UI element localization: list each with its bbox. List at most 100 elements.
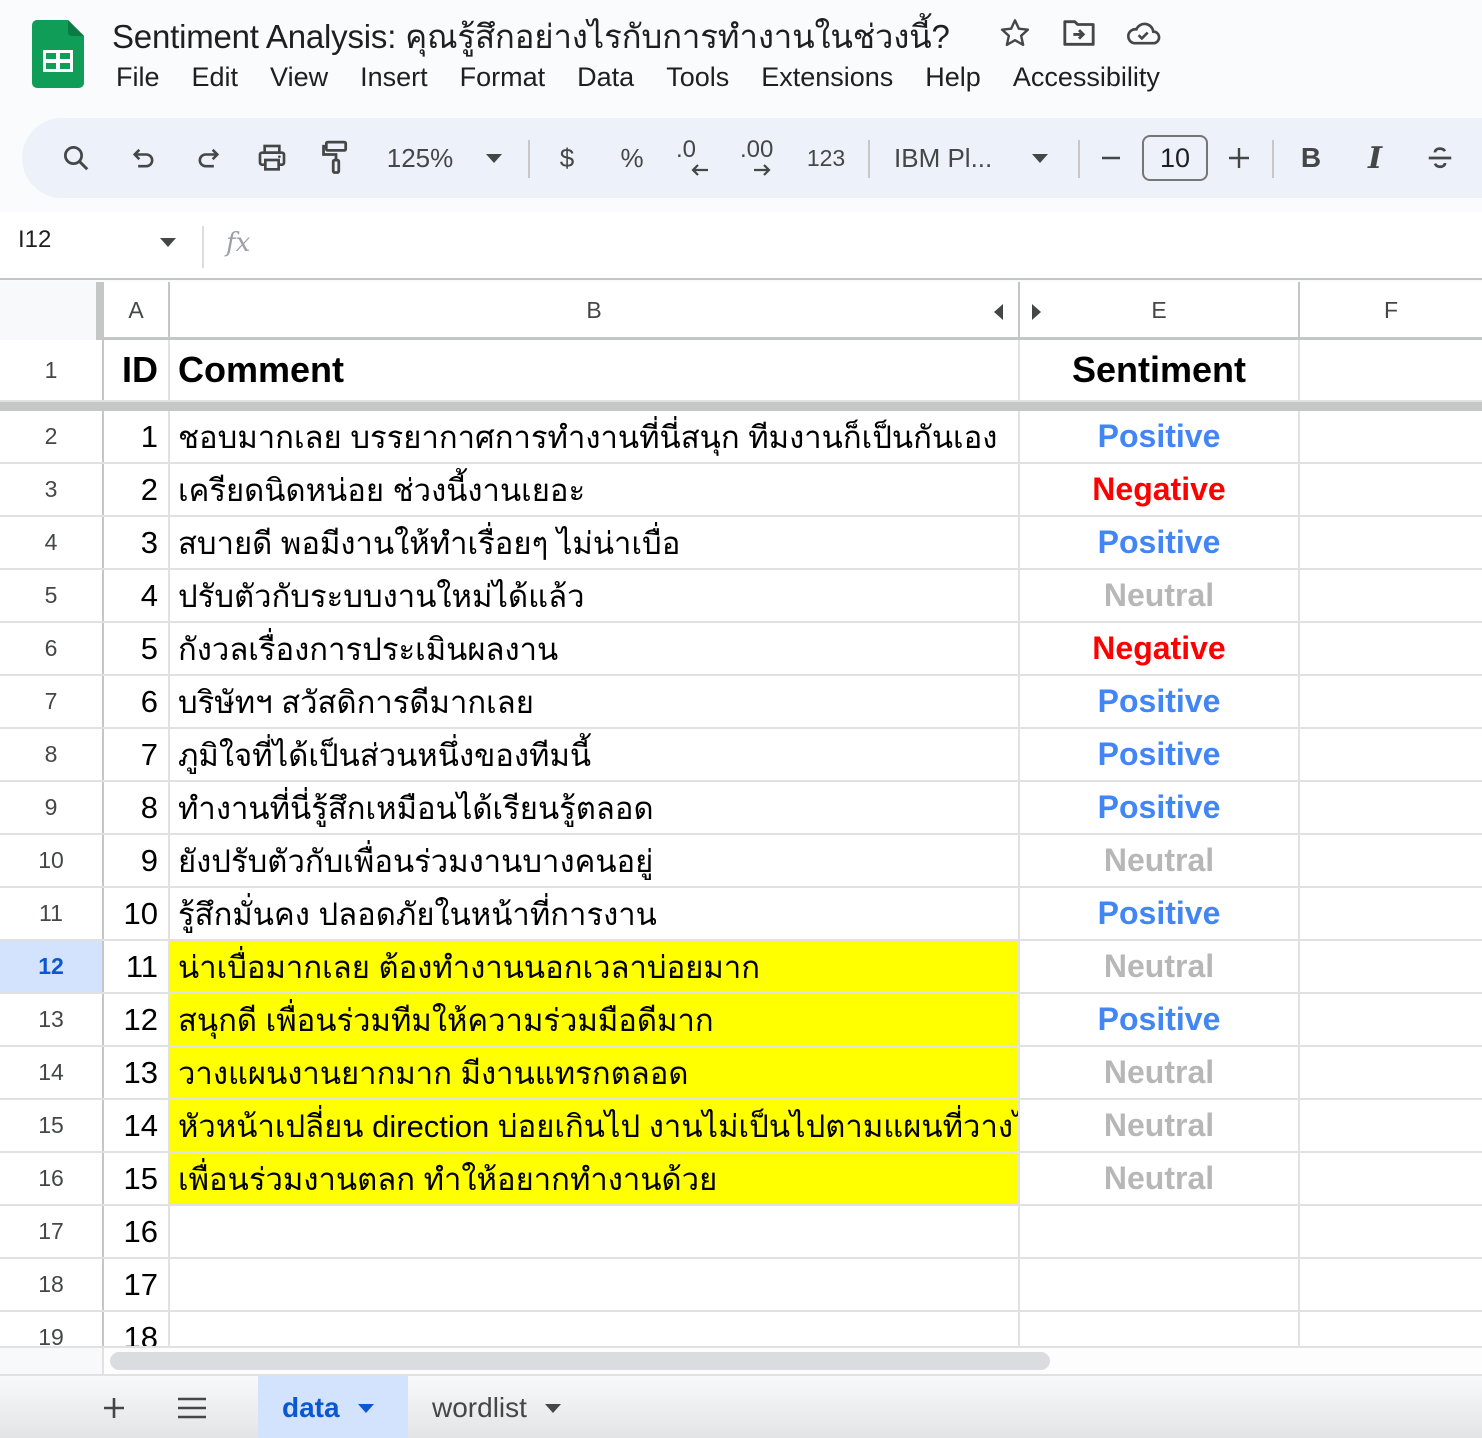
cell-comment[interactable]: สบายดี พอมีงานให้ทำเรื่อยๆ ไม่น่าเบื่อ: [170, 517, 1020, 568]
cell-id[interactable]: 4: [104, 570, 170, 621]
cell-id[interactable]: 17: [104, 1259, 170, 1310]
cell-sentiment[interactable]: Negative: [1020, 623, 1300, 674]
menu-data[interactable]: Data: [561, 58, 650, 97]
cell-comment[interactable]: กังวลเรื่องการประเมินผลงาน: [170, 623, 1020, 674]
header-cell-comment[interactable]: Comment: [170, 340, 1020, 400]
cell-f[interactable]: [1300, 1206, 1482, 1257]
cell-comment[interactable]: น่าเบื่อมากเลย ต้องทำงานนอกเวลาบ่อยมาก: [170, 941, 1020, 992]
row-header[interactable]: 18: [0, 1259, 104, 1310]
cell-comment[interactable]: เครียดนิดหน่อย ช่วงนี้งานเยอะ: [170, 464, 1020, 515]
cell-id[interactable]: 18: [104, 1312, 170, 1346]
header-cell-sentiment[interactable]: Sentiment: [1020, 340, 1300, 400]
menu-edit[interactable]: Edit: [176, 58, 255, 97]
document-title[interactable]: Sentiment Analysis: คุณรู้สึกอย่างไรกับก…: [112, 10, 950, 63]
cell-f[interactable]: [1300, 835, 1482, 886]
cell-f[interactable]: [1300, 782, 1482, 833]
cell-f[interactable]: [1300, 1259, 1482, 1310]
add-sheet-button[interactable]: [92, 1386, 136, 1430]
italic-button[interactable]: I: [1360, 118, 1390, 198]
menu-view[interactable]: View: [254, 58, 344, 97]
cell-sentiment[interactable]: Positive: [1020, 411, 1300, 462]
cell-sentiment[interactable]: [1020, 1206, 1300, 1257]
cell-sentiment[interactable]: [1020, 1259, 1300, 1310]
all-sheets-button[interactable]: [170, 1386, 214, 1430]
cell-comment[interactable]: ปรับตัวกับระบบงานใหม่ได้แล้ว: [170, 570, 1020, 621]
sheet-tab-data[interactable]: data: [258, 1376, 408, 1438]
row-header[interactable]: 8: [0, 729, 104, 780]
cell-id[interactable]: 3: [104, 517, 170, 568]
cell-id[interactable]: 1: [104, 411, 170, 462]
cell-id[interactable]: 14: [104, 1100, 170, 1151]
menu-file[interactable]: File: [100, 58, 176, 97]
row-header[interactable]: 11: [0, 888, 104, 939]
cell-id[interactable]: 8: [104, 782, 170, 833]
cell-comment[interactable]: ภูมิใจที่ได้เป็นส่วนหนึ่งของทีมนี้: [170, 729, 1020, 780]
cell-sentiment[interactable]: Negative: [1020, 464, 1300, 515]
redo-button[interactable]: [188, 118, 228, 198]
header-cell-id[interactable]: ID: [104, 340, 170, 400]
frozen-row-divider[interactable]: [0, 402, 1482, 411]
column-header-e[interactable]: E: [1020, 282, 1300, 338]
cell-id[interactable]: 13: [104, 1047, 170, 1098]
search-menus-button[interactable]: [56, 118, 96, 198]
cell-f[interactable]: [1300, 888, 1482, 939]
undo-button[interactable]: [124, 118, 164, 198]
sheets-logo-icon[interactable]: [32, 20, 84, 88]
font-dropdown-caret-icon[interactable]: [1026, 118, 1054, 198]
cell-f[interactable]: [1300, 570, 1482, 621]
cell-f[interactable]: [1300, 1047, 1482, 1098]
cell-id[interactable]: 2: [104, 464, 170, 515]
column-header-f[interactable]: F: [1300, 282, 1482, 338]
cell-comment[interactable]: เพื่อนร่วมงานตลก ทำให้อยากทำงานด้วย: [170, 1153, 1020, 1204]
cell-id[interactable]: 15: [104, 1153, 170, 1204]
print-button[interactable]: [252, 118, 292, 198]
cell-id[interactable]: 7: [104, 729, 170, 780]
cell-comment[interactable]: สนุกดี เพื่อนร่วมทีมให้ความร่วมมือดีมาก: [170, 994, 1020, 1045]
row-header[interactable]: 13: [0, 994, 104, 1045]
sheet-tab-menu-icon[interactable]: [544, 1403, 561, 1413]
paint-format-button[interactable]: [316, 118, 356, 198]
cell-comment[interactable]: วางแผนงานยากมาก มีงานแทรกตลอด: [170, 1047, 1020, 1098]
cell-f[interactable]: [1300, 1153, 1482, 1204]
row-header[interactable]: 2: [0, 411, 104, 462]
decrease-decimal-button[interactable]: .0: [674, 118, 716, 198]
cell-sentiment[interactable]: Neutral: [1020, 1153, 1300, 1204]
cell-comment[interactable]: หัวหน้าเปลี่ยน direction บ่อยเกินไป งานไ…: [170, 1100, 1020, 1151]
cell-f[interactable]: [1300, 994, 1482, 1045]
cell-id[interactable]: 5: [104, 623, 170, 674]
cell-sentiment[interactable]: Positive: [1020, 729, 1300, 780]
cell-comment[interactable]: ยังปรับตัวกับเพื่อนร่วมงานบางคนอยู่: [170, 835, 1020, 886]
name-box-dropdown-icon[interactable]: [160, 238, 176, 247]
cell-f[interactable]: [1300, 676, 1482, 727]
hidden-columns-left-arrow-icon[interactable]: [994, 304, 1003, 320]
cell-sentiment[interactable]: Positive: [1020, 676, 1300, 727]
cell-f[interactable]: [1300, 623, 1482, 674]
cell-comment[interactable]: ชอบมากเลย บรรยากาศการทำงานที่นี่สนุก ทีม…: [170, 411, 1020, 462]
cell-sentiment[interactable]: Neutral: [1020, 570, 1300, 621]
cloud-saved-icon[interactable]: [1124, 14, 1162, 52]
row-header[interactable]: 12: [0, 941, 104, 992]
cell-sentiment[interactable]: Positive: [1020, 888, 1300, 939]
row-header[interactable]: 3: [0, 464, 104, 515]
cell-comment[interactable]: [170, 1206, 1020, 1257]
row-header[interactable]: 16: [0, 1153, 104, 1204]
cell-f[interactable]: [1300, 729, 1482, 780]
row-header[interactable]: 19: [0, 1312, 104, 1346]
cell-id[interactable]: 10: [104, 888, 170, 939]
sheet-tab-menu-icon[interactable]: [357, 1403, 374, 1413]
zoom-select[interactable]: 125%: [380, 118, 460, 198]
menu-help[interactable]: Help: [909, 58, 997, 97]
column-header-a[interactable]: A: [104, 282, 170, 338]
cell-id[interactable]: 11: [104, 941, 170, 992]
menu-extensions[interactable]: Extensions: [745, 58, 909, 97]
cell-comment[interactable]: [170, 1259, 1020, 1310]
font-size-input[interactable]: 10: [1142, 135, 1208, 181]
row-header[interactable]: 7: [0, 676, 104, 727]
format-currency-button[interactable]: $: [552, 118, 582, 198]
menu-format[interactable]: Format: [444, 58, 562, 97]
decrease-font-size-button[interactable]: [1096, 118, 1126, 198]
strikethrough-button[interactable]: [1422, 118, 1458, 198]
cell-sentiment[interactable]: Neutral: [1020, 1047, 1300, 1098]
sheet-tab-wordlist[interactable]: wordlist: [408, 1376, 585, 1438]
cell-sentiment[interactable]: Positive: [1020, 994, 1300, 1045]
